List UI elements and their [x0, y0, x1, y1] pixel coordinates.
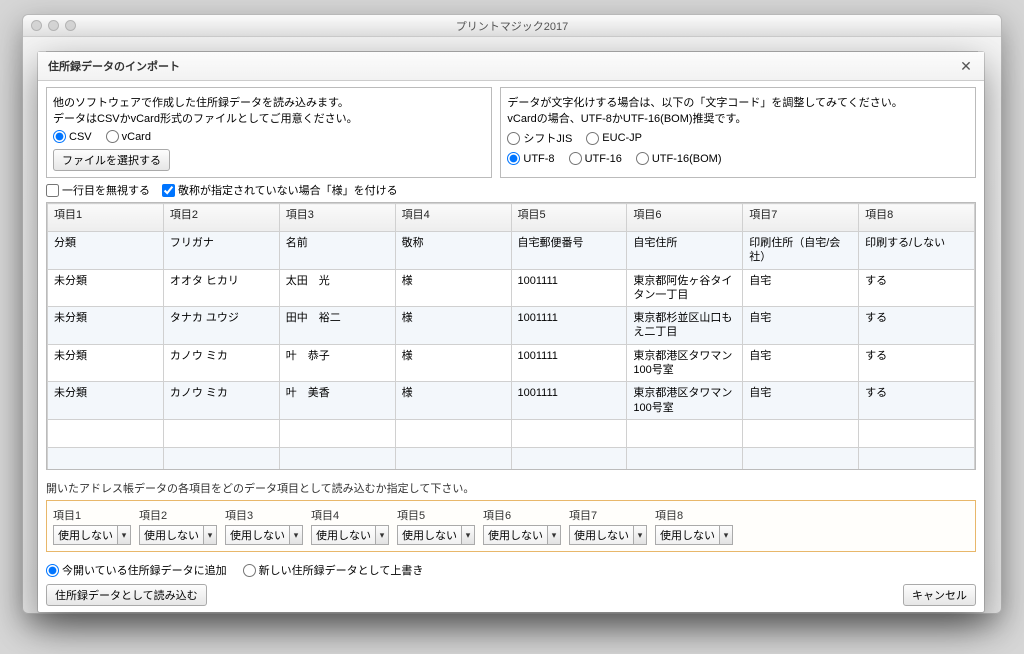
chevron-down-icon[interactable]: ▾ — [547, 525, 561, 545]
column-header[interactable]: 項目4 — [395, 204, 511, 232]
column-header[interactable]: 項目8 — [859, 204, 975, 232]
file-note-1: 他のソフトウェアで作成した住所録データを読み込みます。 — [53, 94, 485, 110]
import-overwrite-radio[interactable]: 新しい住所録データとして上書き — [243, 562, 424, 578]
mapping-select-4[interactable]: 使用しない▾ — [311, 525, 389, 545]
table-row[interactable]: 未分類オオタ ヒカリ太田 光様1001111東京都阿佐ヶ谷タイタン一丁目自宅する — [48, 269, 975, 307]
encoding-utf16bom-radio[interactable]: UTF-16(BOM) — [636, 152, 722, 165]
mapping-row: 項目1 使用しない▾ 項目2 使用しない▾ 項目3 使用しない▾ 項目4 使用しない▾ 項目5 使… — [46, 500, 976, 552]
table-row — [48, 419, 975, 447]
mapping-note: 開いたアドレス帳データの各項目をどのデータ項目として読み込むか指定して下さい。 — [46, 480, 976, 496]
close-icon[interactable]: ✕ — [958, 58, 974, 74]
mapping-select-7[interactable]: 使用しない▾ — [569, 525, 647, 545]
chevron-down-icon[interactable]: ▾ — [375, 525, 389, 545]
mapping-label: 項目2 — [139, 507, 217, 523]
encoding-sjis-radio[interactable]: シフトJIS — [507, 130, 572, 146]
os-titlebar: プリントマジック2017 — [23, 15, 1001, 37]
chevron-down-icon[interactable]: ▾ — [289, 525, 303, 545]
column-header[interactable]: 項目2 — [163, 204, 279, 232]
encoding-utf8-radio[interactable]: UTF-8 — [507, 152, 554, 165]
preview-table: 項目1項目2項目3項目4項目5項目6項目7項目8 分類フリガナ名前敬称自宅郵便番… — [46, 202, 976, 470]
select-file-button[interactable]: ファイルを選択する — [53, 149, 170, 171]
chevron-down-icon[interactable]: ▾ — [719, 525, 733, 545]
encoding-euc-radio[interactable]: EUC-JP — [586, 132, 642, 145]
encoding-panel: データが文字化けする場合は、以下の「文字コード」を調整してみてください。 vCa… — [500, 87, 976, 178]
table-row[interactable]: 未分類カノウ ミカ叶 恭子様1001111東京都港区タワマン100号室自宅する — [48, 344, 975, 382]
chevron-down-icon[interactable]: ▾ — [633, 525, 647, 545]
mapping-label: 項目3 — [225, 507, 303, 523]
mapping-select-3[interactable]: 使用しない▾ — [225, 525, 303, 545]
mapping-label: 項目4 — [311, 507, 389, 523]
mapping-label: 項目5 — [397, 507, 475, 523]
append-sama-checkbox[interactable]: 敬称が指定されていない場合「様」を付ける — [162, 182, 398, 198]
column-header[interactable]: 項目5 — [511, 204, 627, 232]
format-csv-radio[interactable]: CSV — [53, 130, 92, 143]
file-note-2: データはCSVかvCard形式のファイルとしてご用意ください。 — [53, 110, 485, 126]
import-append-radio[interactable]: 今開いている住所録データに追加 — [46, 562, 227, 578]
table-row[interactable]: 分類フリガナ名前敬称自宅郵便番号自宅住所印刷住所（自宅/会社）印刷する/しない — [48, 232, 975, 270]
mapping-select-8[interactable]: 使用しない▾ — [655, 525, 733, 545]
window-title: プリントマジック2017 — [23, 18, 1001, 34]
column-header[interactable]: 項目1 — [48, 204, 164, 232]
format-vcard-radio[interactable]: vCard — [106, 130, 151, 143]
chevron-down-icon[interactable]: ▾ — [461, 525, 475, 545]
import-button[interactable]: 住所録データとして読み込む — [46, 584, 207, 606]
cancel-button[interactable]: キャンセル — [903, 584, 976, 606]
mapping-select-6[interactable]: 使用しない▾ — [483, 525, 561, 545]
encoding-note-1: データが文字化けする場合は、以下の「文字コード」を調整してみてください。 — [507, 94, 969, 110]
encoding-note-2: vCardの場合、UTF-8かUTF-16(BOM)推奨です。 — [507, 110, 969, 126]
table-row[interactable]: 未分類タナカ ユウジ田中 裕二様1001111東京都杉並区山口もえ二丁目自宅する — [48, 307, 975, 345]
column-header[interactable]: 項目6 — [627, 204, 743, 232]
mapping-label: 項目7 — [569, 507, 647, 523]
encoding-utf16-radio[interactable]: UTF-16 — [569, 152, 622, 165]
mapping-select-1[interactable]: 使用しない▾ — [53, 525, 131, 545]
mapping-select-5[interactable]: 使用しない▾ — [397, 525, 475, 545]
table-row[interactable]: 未分類カノウ ミカ叶 美香様1001111東京都港区タワマン100号室自宅する — [48, 382, 975, 420]
mapping-label: 項目1 — [53, 507, 131, 523]
mapping-select-2[interactable]: 使用しない▾ — [139, 525, 217, 545]
dialog-title: 住所録データのインポート — [48, 58, 180, 74]
chevron-down-icon[interactable]: ▾ — [203, 525, 217, 545]
table-row — [48, 447, 975, 470]
file-panel: 他のソフトウェアで作成した住所録データを読み込みます。 データはCSVかvCar… — [46, 87, 492, 178]
mapping-label: 項目6 — [483, 507, 561, 523]
column-header[interactable]: 項目7 — [743, 204, 859, 232]
import-dialog: 住所録データのインポート ✕ 他のソフトウェアで作成した住所録データを読み込みま… — [38, 52, 984, 612]
mapping-label: 項目8 — [655, 507, 733, 523]
skip-first-row-checkbox[interactable]: 一行目を無視する — [46, 182, 150, 198]
chevron-down-icon[interactable]: ▾ — [117, 525, 131, 545]
column-header[interactable]: 項目3 — [279, 204, 395, 232]
